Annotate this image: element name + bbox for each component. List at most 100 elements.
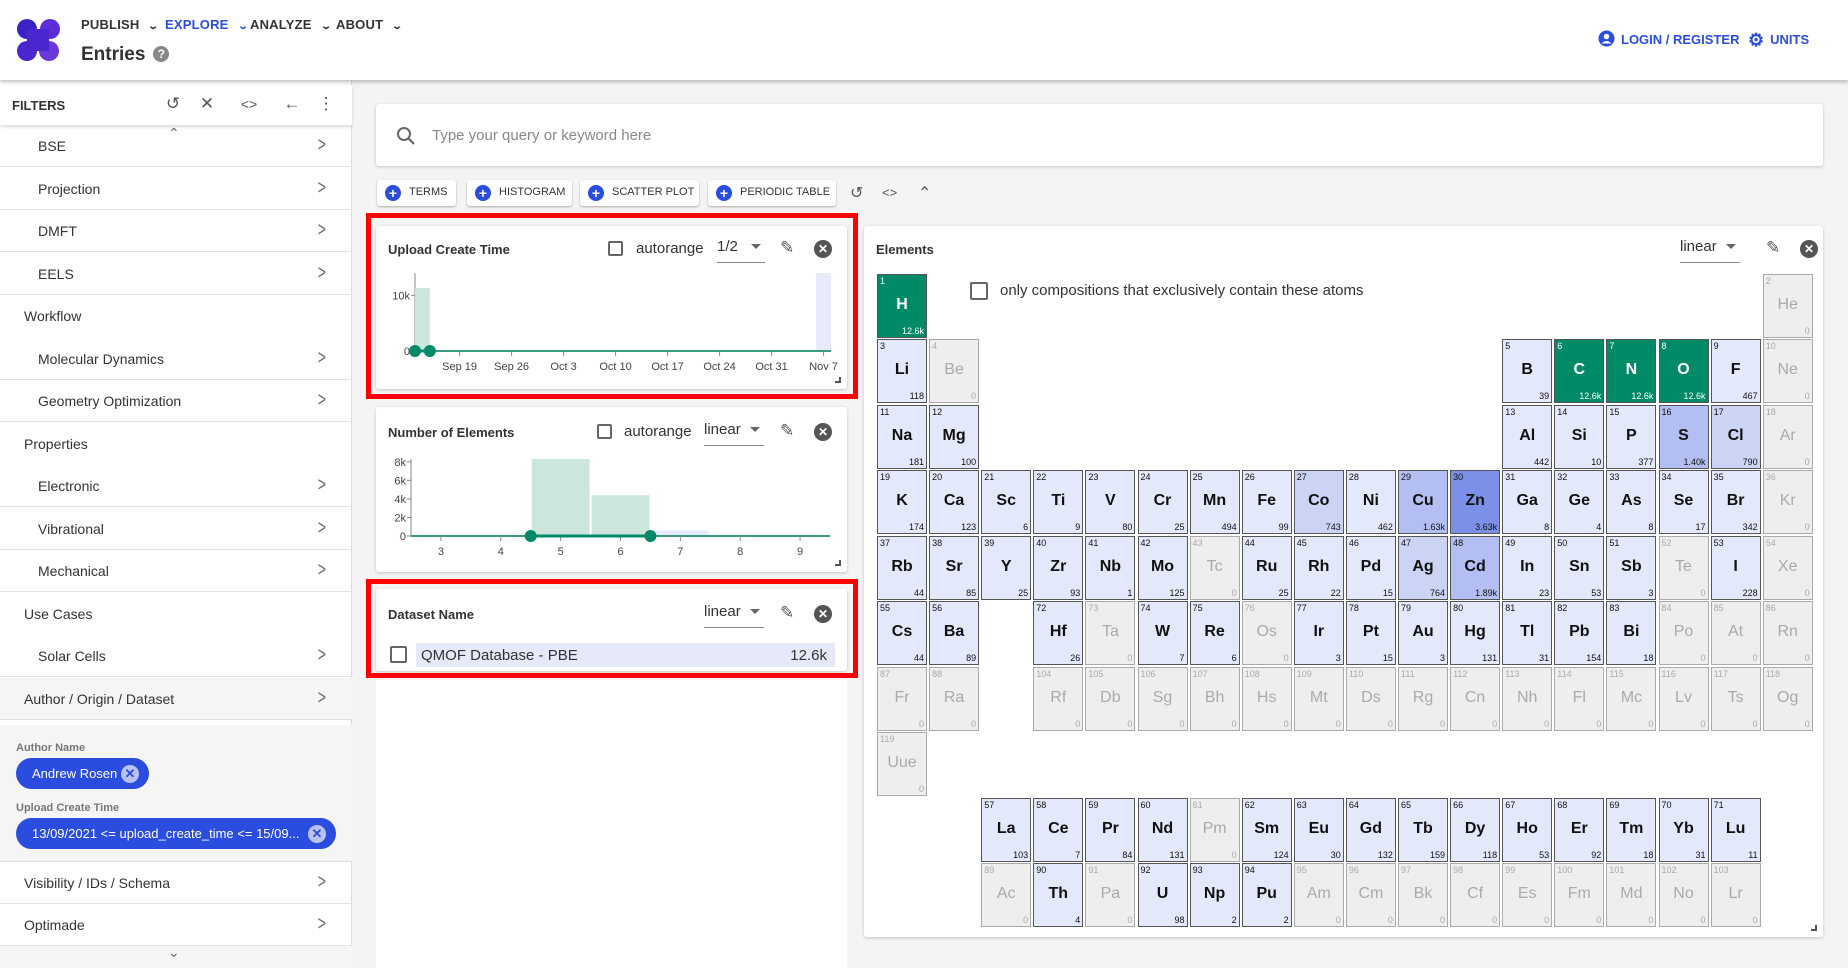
- element-fe[interactable]: 26 Fe 99: [1241, 470, 1292, 534]
- element-md[interactable]: 101 Md 0: [1606, 863, 1657, 927]
- scale-select[interactable]: linear: [1680, 238, 1740, 263]
- add-periodic-table-button[interactable]: + PERIODIC TABLE: [708, 180, 836, 206]
- filter-item[interactable]: Workflow: [0, 295, 352, 337]
- element-kr[interactable]: 36 Kr 0: [1762, 470, 1813, 534]
- more-vert-icon[interactable]: ⋮: [315, 94, 337, 114]
- filter-item[interactable]: Use Cases: [0, 593, 352, 635]
- remove-chip-icon[interactable]: ✕: [308, 825, 326, 843]
- element-pd[interactable]: 46 Pd 15: [1345, 535, 1396, 600]
- element-sm[interactable]: 62 Sm 124: [1241, 797, 1292, 862]
- element-bk[interactable]: 97 Bk 0: [1398, 863, 1448, 927]
- element-au[interactable]: 79 Au 3: [1398, 601, 1448, 665]
- element-re[interactable]: 75 Re 6: [1189, 601, 1240, 665]
- element-ds[interactable]: 110 Ds 0: [1345, 666, 1396, 731]
- element-fr[interactable]: 87 Fr 0: [877, 666, 927, 731]
- author-chip[interactable]: Andrew Rosen ✕: [16, 758, 149, 789]
- nav-explore[interactable]: EXPLORE ⌄: [165, 17, 249, 32]
- nav-about[interactable]: ABOUT ⌄: [336, 17, 403, 32]
- element-nh[interactable]: 113 Nh 0: [1502, 666, 1553, 731]
- arrow-left-icon[interactable]: ←: [281, 94, 303, 114]
- element-po[interactable]: 84 Po 0: [1658, 601, 1709, 665]
- element-sg[interactable]: 106 Sg 0: [1137, 666, 1188, 731]
- filter-item[interactable]: Mechanical >: [0, 550, 352, 592]
- filter-item[interactable]: Geometry Optimization >: [0, 380, 352, 422]
- element-b[interactable]: 5 B 39: [1502, 339, 1553, 403]
- element-li[interactable]: 3 Li 118: [877, 339, 927, 403]
- element-cf[interactable]: 98 Cf 0: [1450, 863, 1501, 927]
- clear-icon[interactable]: ✕: [196, 94, 218, 114]
- element-ta[interactable]: 73 Ta 0: [1085, 601, 1136, 665]
- element-la[interactable]: 57 La 103: [981, 797, 1032, 862]
- element-o[interactable]: 8 O 12.6k: [1658, 339, 1709, 403]
- units-button[interactable]: ⚙ UNITS: [1748, 30, 1809, 51]
- element-lu[interactable]: 71 Lu 11: [1710, 797, 1761, 862]
- element-ho[interactable]: 67 Ho 53: [1502, 797, 1553, 862]
- element-zn[interactable]: 30 Zn 3.63k: [1450, 470, 1501, 534]
- scale-select[interactable]: linear: [704, 603, 764, 628]
- element-ti[interactable]: 22 Ti 9: [1033, 470, 1084, 534]
- element-se[interactable]: 34 Se 17: [1658, 470, 1709, 534]
- element-rb[interactable]: 37 Rb 44: [877, 535, 927, 600]
- element-si[interactable]: 14 Si 10: [1554, 404, 1605, 469]
- element-in[interactable]: 49 In 23: [1502, 535, 1553, 600]
- element-cm[interactable]: 96 Cm 0: [1345, 863, 1396, 927]
- filter-item[interactable]: DMFT >: [0, 210, 352, 252]
- close-icon[interactable]: ✕: [814, 605, 832, 623]
- element-gd[interactable]: 64 Gd 132: [1345, 797, 1396, 862]
- element-na[interactable]: 11 Na 181: [877, 404, 927, 469]
- filter-item[interactable]: EELS >: [0, 253, 352, 295]
- filter-item[interactable]: Projection >: [0, 168, 352, 210]
- element-ce[interactable]: 58 Ce 7: [1033, 797, 1084, 862]
- element-fm[interactable]: 100 Fm 0: [1554, 863, 1605, 927]
- element-sb[interactable]: 51 Sb 3: [1606, 535, 1657, 600]
- element-pu[interactable]: 94 Pu 2: [1241, 863, 1292, 927]
- resize-handle-icon[interactable]: [835, 377, 841, 383]
- code-icon[interactable]: <>: [238, 96, 260, 112]
- collapse-icon[interactable]: ⌃: [918, 183, 931, 203]
- element-lv[interactable]: 116 Lv 0: [1658, 666, 1709, 731]
- help-icon[interactable]: ?: [153, 46, 170, 62]
- remove-chip-icon[interactable]: ✕: [121, 765, 139, 783]
- element-mn[interactable]: 25 Mn 494: [1189, 470, 1240, 534]
- number-of-elements-histogram[interactable]: 0 2k 4k 6k 8k 3 4 5 6 7 8 9: [376, 407, 847, 572]
- resize-handle-icon[interactable]: [1811, 925, 1817, 931]
- element-cu[interactable]: 29 Cu 1.63k: [1398, 470, 1448, 534]
- element-mg[interactable]: 12 Mg 100: [929, 404, 980, 469]
- element-he[interactable]: 2 He 0: [1762, 273, 1813, 338]
- element-tm[interactable]: 69 Tm 18: [1606, 797, 1657, 862]
- element-u[interactable]: 92 U 98: [1137, 863, 1188, 927]
- element-ar[interactable]: 18 Ar 0: [1762, 404, 1813, 469]
- filter-item[interactable]: Electronic >: [0, 465, 352, 507]
- element-rg[interactable]: 111 Rg 0: [1398, 666, 1448, 731]
- element-mc[interactable]: 115 Mc 0: [1606, 666, 1657, 731]
- element-al[interactable]: 13 Al 442: [1502, 404, 1553, 469]
- element-y[interactable]: 39 Y 25: [981, 535, 1032, 600]
- element-ne[interactable]: 10 Ne 0: [1762, 339, 1813, 403]
- app-logo[interactable]: [16, 18, 62, 62]
- element-am[interactable]: 95 Am 0: [1293, 863, 1344, 927]
- element-pm[interactable]: 61 Pm 0: [1189, 797, 1240, 862]
- element-ru[interactable]: 44 Ru 25: [1241, 535, 1292, 600]
- element-ni[interactable]: 28 Ni 462: [1345, 470, 1396, 534]
- filter-item[interactable]: Vibrational >: [0, 508, 352, 550]
- element-mt[interactable]: 109 Mt 0: [1293, 666, 1344, 731]
- search-input[interactable]: Type your query or keyword here: [432, 127, 651, 144]
- element-cr[interactable]: 24 Cr 25: [1137, 470, 1188, 534]
- element-hf[interactable]: 72 Hf 26: [1033, 601, 1084, 665]
- element-db[interactable]: 105 Db 0: [1085, 666, 1136, 731]
- element-rn[interactable]: 86 Rn 0: [1762, 601, 1813, 665]
- element-sc[interactable]: 21 Sc 6: [981, 470, 1032, 534]
- dataset-item[interactable]: QMOF Database - PBE 12.6k: [416, 643, 835, 667]
- element-s[interactable]: 16 S 1.40k: [1658, 404, 1709, 469]
- element-nb[interactable]: 41 Nb 1: [1085, 535, 1136, 600]
- element-ba[interactable]: 56 Ba 89: [929, 601, 980, 665]
- element-p[interactable]: 15 P 377: [1606, 404, 1657, 469]
- element-br[interactable]: 35 Br 342: [1710, 470, 1761, 534]
- element-no[interactable]: 102 No 0: [1658, 863, 1709, 927]
- element-lr[interactable]: 103 Lr 0: [1710, 863, 1761, 927]
- element-pb[interactable]: 82 Pb 154: [1554, 601, 1605, 665]
- element-pt[interactable]: 78 Pt 15: [1345, 601, 1396, 665]
- element-be[interactable]: 4 Be 0: [929, 339, 980, 403]
- element-cn[interactable]: 112 Cn 0: [1450, 666, 1501, 731]
- element-cl[interactable]: 17 Cl 790: [1710, 404, 1761, 469]
